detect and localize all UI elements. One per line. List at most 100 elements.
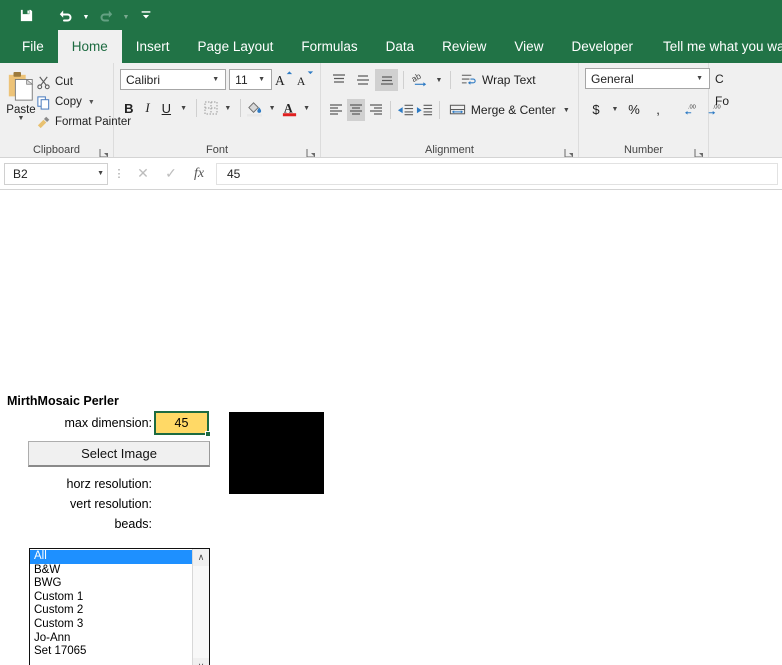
confirm-entry-icon[interactable]: ✓ — [158, 163, 184, 185]
align-top-button[interactable] — [327, 69, 350, 91]
selected-cell-b2[interactable]: 45 — [154, 411, 209, 435]
borders-button[interactable] — [202, 97, 220, 120]
tab-developer[interactable]: Developer — [557, 30, 647, 63]
tab-insert[interactable]: Insert — [122, 30, 184, 63]
decrease-indent-icon — [397, 104, 413, 116]
paste-caret-icon[interactable]: ▼ — [18, 115, 25, 122]
save-icon[interactable] — [14, 4, 38, 26]
increase-indent-button[interactable] — [415, 99, 434, 121]
font-name-combo[interactable]: Calibri ▼ — [120, 69, 227, 90]
paste-icon — [8, 72, 34, 101]
tab-view[interactable]: View — [500, 30, 557, 63]
cut-label: Cut — [55, 76, 73, 88]
list-item[interactable]: B&W — [30, 564, 192, 578]
customize-quick-access-icon[interactable] — [134, 4, 158, 26]
percent-button[interactable]: % — [623, 98, 645, 120]
format-as-table-button[interactable]: Fo — [715, 90, 743, 112]
formula-bar-grip[interactable]: ⋮ — [110, 167, 128, 180]
scroll-up-icon[interactable]: ∧ — [193, 549, 209, 566]
tab-data[interactable]: Data — [372, 30, 429, 63]
increase-font-size-button[interactable]: A — [275, 68, 293, 91]
align-bottom-button[interactable] — [375, 69, 398, 91]
scroll-down-icon[interactable]: ∨ — [193, 658, 209, 665]
ribbon-group-styles: C Fo — [709, 63, 749, 157]
list-item[interactable]: BWG — [30, 577, 192, 591]
fill-color-caret-icon[interactable]: ▼ — [265, 97, 280, 120]
number-format-value: General — [591, 71, 634, 86]
font-size-combo[interactable]: 11 ▼ — [229, 69, 272, 90]
alignment-dialog-launcher[interactable] — [564, 145, 574, 157]
svg-text:ab: ab — [412, 72, 423, 84]
currency-button[interactable]: $ — [585, 98, 607, 120]
copy-caret-icon[interactable]: ▼ — [88, 99, 95, 106]
font-size-caret-icon[interactable]: ▼ — [254, 76, 269, 83]
tab-review[interactable]: Review — [428, 30, 500, 63]
increase-decimal-icon: .00 — [685, 104, 696, 115]
insert-function-icon[interactable]: fx — [186, 163, 212, 185]
font-color-caret-icon[interactable]: ▼ — [299, 97, 314, 120]
tab-home[interactable]: Home — [57, 30, 122, 63]
list-item[interactable]: Custom 1 — [30, 591, 192, 605]
palette-list-scrollbar[interactable]: ∧ ∨ — [192, 549, 209, 665]
undo-icon[interactable] — [54, 4, 78, 26]
number-dialog-launcher[interactable] — [694, 145, 704, 157]
scroll-track[interactable] — [193, 566, 209, 658]
font-name-caret-icon[interactable]: ▼ — [208, 76, 223, 83]
align-right-button[interactable] — [366, 99, 385, 121]
tab-file[interactable]: File — [8, 30, 58, 63]
tab-page-layout[interactable]: Page Layout — [184, 30, 288, 63]
image-preview — [229, 412, 324, 494]
list-item[interactable]: Jo-Ann — [30, 632, 192, 646]
orientation-button[interactable]: ab — [409, 69, 432, 91]
bold-button[interactable]: B — [120, 97, 138, 120]
list-item[interactable]: All — [30, 550, 192, 564]
italic-button[interactable]: I — [139, 97, 157, 120]
palette-listbox[interactable]: All B&W BWG Custom 1 Custom 2 Custom 3 J… — [29, 548, 210, 665]
increase-decimal-button[interactable]: .00 — [681, 98, 703, 120]
align-middle-button[interactable] — [351, 69, 374, 91]
name-box-caret-icon[interactable]: ▼ — [97, 170, 104, 177]
orientation-caret-icon[interactable]: ▼ — [433, 69, 445, 91]
fill-handle[interactable] — [205, 431, 211, 437]
number-format-combo[interactable]: General ▼ — [585, 68, 710, 89]
comma-style-button[interactable]: , — [647, 98, 669, 120]
font-color-button[interactable]: A — [280, 97, 298, 120]
list-item[interactable]: Custom 2 — [30, 604, 192, 618]
copy-icon — [37, 95, 50, 110]
formula-input[interactable]: 45 — [216, 162, 778, 185]
conditional-formatting-button[interactable]: C — [715, 68, 743, 90]
font-dialog-launcher[interactable] — [306, 145, 316, 157]
list-item[interactable]: Set 17065 — [30, 645, 192, 659]
bold-label: B — [124, 100, 134, 116]
tab-formulas[interactable]: Formulas — [287, 30, 371, 63]
currency-caret-icon[interactable]: ▼ — [609, 98, 621, 120]
underline-caret-icon[interactable]: ▼ — [176, 97, 191, 120]
label-beads: beads: — [114, 517, 152, 531]
clipboard-dialog-launcher[interactable] — [99, 145, 109, 157]
underline-button[interactable]: U — [157, 97, 175, 120]
merge-center-button[interactable]: Merge & Center — [445, 99, 560, 121]
worksheet-canvas[interactable]: MirthMosaic Perler max dimension: horz r… — [0, 190, 782, 665]
align-left-button[interactable] — [327, 99, 346, 121]
undo-dropdown-caret[interactable]: ▼ — [80, 4, 92, 26]
name-box[interactable]: B2 ▼ — [4, 162, 108, 185]
tell-me-search[interactable]: Tell me what you want to do — [647, 30, 782, 63]
alignment-separator-4 — [439, 101, 440, 119]
select-image-button[interactable]: Select Image — [28, 441, 210, 467]
cancel-entry-icon[interactable]: ✕ — [130, 163, 156, 185]
list-item[interactable]: Custom 3 — [30, 618, 192, 632]
align-center-icon — [349, 104, 362, 115]
number-format-caret-icon[interactable]: ▼ — [692, 75, 707, 82]
label-horz-resolution: horz resolution: — [66, 477, 152, 491]
align-center-button[interactable] — [346, 99, 366, 121]
alignment-group-label: Alignment — [425, 144, 474, 156]
wrap-text-button[interactable]: Wrap Text — [456, 69, 540, 91]
decrease-font-size-button[interactable]: A — [296, 68, 314, 91]
wrap-text-icon — [461, 74, 476, 85]
ribbon-body: Paste ▼ Cut Copy ▼ Format Painter Clipbo… — [0, 63, 782, 158]
decrease-indent-button[interactable] — [396, 99, 415, 121]
align-left-icon — [330, 104, 343, 115]
fill-color-button[interactable] — [246, 97, 264, 120]
borders-caret-icon[interactable]: ▼ — [220, 97, 235, 120]
merge-center-caret-icon[interactable]: ▼ — [561, 99, 572, 121]
